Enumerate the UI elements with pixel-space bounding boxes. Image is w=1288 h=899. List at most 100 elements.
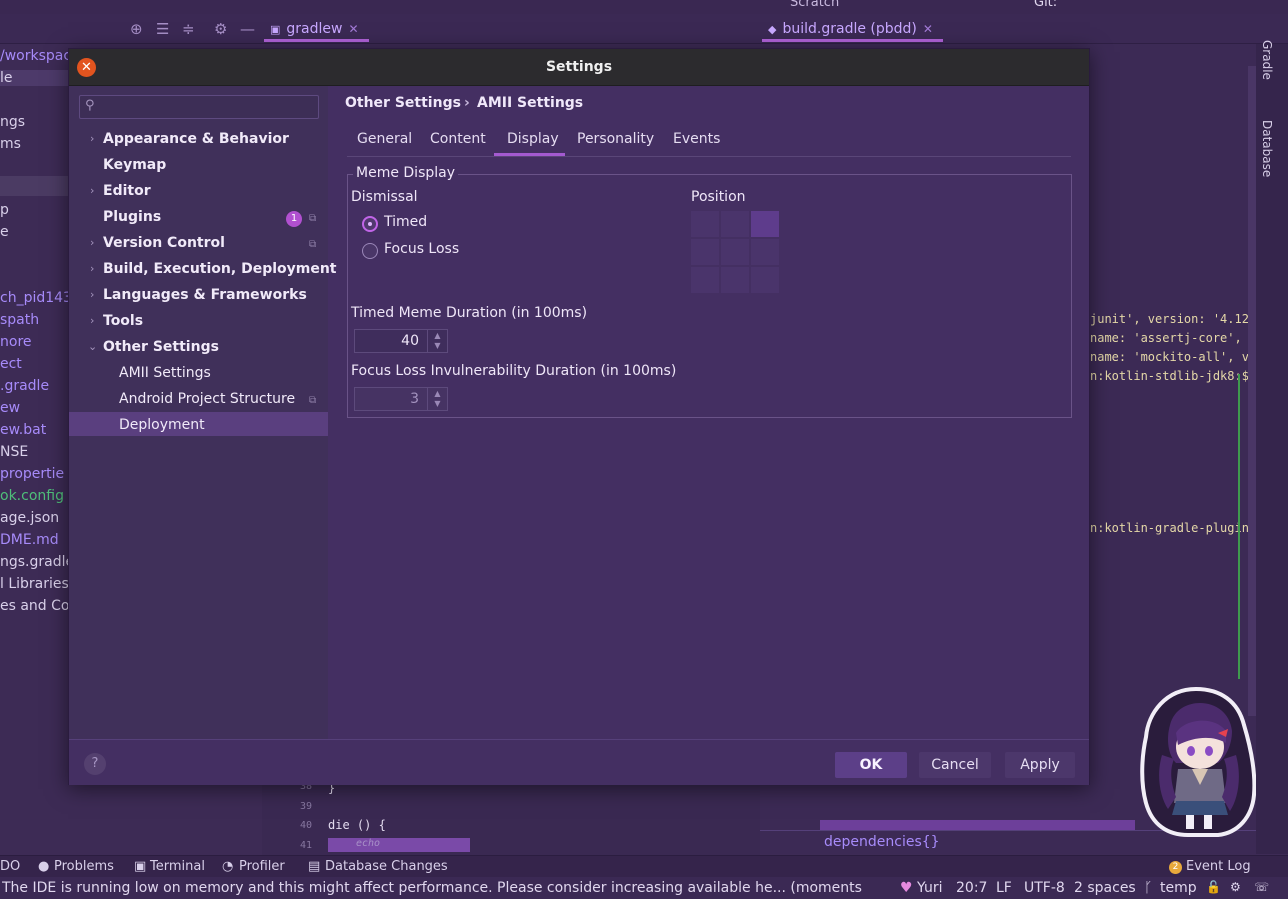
line-separator[interactable]: LF xyxy=(996,880,1012,896)
tree-item[interactable]: /workspac xyxy=(0,48,68,64)
timed-duration-value[interactable]: 40 xyxy=(401,333,419,349)
breadcrumb-footer[interactable]: dependencies{} xyxy=(824,834,940,850)
nav-android-project-structure[interactable]: Android Project Structure xyxy=(119,391,295,407)
spinner-arrows-icon[interactable]: ▲ ▼ xyxy=(427,388,447,410)
chevron-right-icon[interactable]: › xyxy=(90,262,94,275)
close-tab-icon[interactable]: ✕ xyxy=(348,22,358,36)
tree-item[interactable]: propertie xyxy=(0,466,64,482)
chevron-right-icon[interactable]: › xyxy=(90,288,94,301)
position-cell-middle-left[interactable] xyxy=(691,239,719,265)
tree-item[interactable]: ch_pid143 xyxy=(0,290,68,306)
radio-focus-loss[interactable] xyxy=(362,243,378,259)
nav-keymap[interactable]: Keymap xyxy=(103,157,166,173)
tab-display[interactable]: Display xyxy=(507,131,559,147)
terminal-tool[interactable]: Terminal xyxy=(150,859,205,874)
tree-item[interactable]: ok.config xyxy=(0,488,64,504)
tree-item[interactable]: ew xyxy=(0,400,20,416)
spinner-arrows-icon[interactable]: ▲ ▼ xyxy=(427,330,447,352)
tree-item[interactable]: nore xyxy=(0,334,32,350)
position-cell-top-right[interactable] xyxy=(751,211,779,237)
collapse-all-icon[interactable]: ≑ xyxy=(182,20,195,38)
position-cell-middle-right[interactable] xyxy=(751,239,779,265)
caret-position[interactable]: 20:7 xyxy=(956,880,987,896)
position-cell-bottom-right[interactable] xyxy=(751,267,779,293)
tree-item[interactable]: le xyxy=(0,70,68,86)
tree-item[interactable]: e xyxy=(0,224,9,240)
scrollbar[interactable] xyxy=(1248,66,1256,716)
close-icon[interactable]: ✕ xyxy=(77,58,96,77)
position-cell-top-center[interactable] xyxy=(721,211,749,237)
chevron-down-icon[interactable]: ⌄ xyxy=(88,340,97,353)
problems-tool[interactable]: Problems xyxy=(54,859,114,874)
nav-appearance[interactable]: Appearance & Behavior xyxy=(103,131,289,147)
position-cell-center[interactable] xyxy=(721,239,749,265)
notifications-icon[interactable]: ☏ xyxy=(1254,880,1269,894)
chevron-right-icon[interactable]: › xyxy=(90,236,94,249)
gradle-tool-tab[interactable]: Gradle xyxy=(1260,40,1274,80)
tree-item[interactable]: ect xyxy=(0,356,22,372)
todo-tool[interactable]: DO xyxy=(0,859,20,874)
dialog-titlebar[interactable]: Settings ✕ xyxy=(69,49,1089,86)
tree-item[interactable]: age.json xyxy=(0,510,59,526)
tab-gradlew[interactable]: ▣ gradlew ✕ xyxy=(264,16,369,42)
editor-left[interactable]: 38 } 39 40 die () { 41 echo xyxy=(262,781,760,855)
close-tab-icon[interactable]: ✕ xyxy=(923,22,933,36)
tree-selected-row[interactable] xyxy=(0,176,68,196)
timed-duration-spinner[interactable]: 40 ▲ ▼ xyxy=(354,329,448,353)
tree-item[interactable]: .gradle xyxy=(0,378,49,394)
ok-button[interactable]: OK xyxy=(835,752,907,778)
position-cell-bottom-left[interactable] xyxy=(691,267,719,293)
chevron-right-icon[interactable]: › xyxy=(90,184,94,197)
settings-search-input[interactable]: ⚲ xyxy=(79,95,319,119)
tree-item[interactable]: ms xyxy=(0,136,21,152)
scratch-label[interactable]: Scratch xyxy=(790,0,839,10)
apply-button[interactable]: Apply xyxy=(1005,752,1075,778)
theme-indicator[interactable]: Yuri xyxy=(917,880,942,896)
tree-item[interactable]: es and Cor xyxy=(0,598,68,614)
focus-loss-duration-spinner[interactable]: 3 ▲ ▼ xyxy=(354,387,448,411)
settings-icon[interactable]: ⚙ xyxy=(1230,880,1241,894)
git-branch[interactable]: temp xyxy=(1160,880,1197,896)
tree-item[interactable]: l Libraries xyxy=(0,576,68,592)
tree-item[interactable]: NSE xyxy=(0,444,28,460)
nav-deployment[interactable]: Deployment xyxy=(119,417,205,433)
minimize-icon[interactable]: — xyxy=(240,20,255,38)
nav-tools[interactable]: Tools xyxy=(103,313,143,329)
nav-plugins[interactable]: Plugins xyxy=(103,209,161,225)
file-encoding[interactable]: UTF-8 xyxy=(1024,880,1065,896)
status-message[interactable]: The IDE is running low on memory and thi… xyxy=(2,880,862,896)
radio-timed-label[interactable]: Timed xyxy=(384,214,427,230)
nav-build-execution[interactable]: Build, Execution, Deployment xyxy=(103,261,337,277)
tab-build-gradle[interactable]: ◆ build.gradle (pbdd) ✕ xyxy=(762,16,943,42)
lock-icon[interactable]: 🔓 xyxy=(1206,880,1221,894)
chevron-right-icon[interactable]: › xyxy=(90,132,94,145)
tab-personality[interactable]: Personality xyxy=(577,131,654,147)
nav-version-control[interactable]: Version Control xyxy=(103,235,225,251)
tree-item[interactable]: ew.bat xyxy=(0,422,46,438)
tree-item[interactable]: p xyxy=(0,202,9,218)
focus-loss-duration-value[interactable]: 3 xyxy=(410,391,419,407)
expand-all-icon[interactable]: ☰ xyxy=(156,20,169,38)
tree-item[interactable]: ngs.gradle xyxy=(0,554,68,570)
nav-languages[interactable]: Languages & Frameworks xyxy=(103,287,307,303)
position-cell-bottom-center[interactable] xyxy=(721,267,749,293)
nav-amii-settings[interactable]: AMII Settings xyxy=(119,365,211,381)
tree-item[interactable]: ngs xyxy=(0,114,25,130)
chevron-right-icon[interactable]: › xyxy=(90,314,94,327)
radio-timed[interactable] xyxy=(362,216,378,232)
position-cell-top-left[interactable] xyxy=(691,211,719,237)
database-changes-tool[interactable]: Database Changes xyxy=(325,859,448,874)
nav-other-settings[interactable]: Other Settings xyxy=(103,339,219,355)
gear-icon[interactable]: ⚙ xyxy=(214,20,227,38)
crosshair-icon[interactable]: ⊕ xyxy=(130,20,143,38)
radio-focus-loss-label[interactable]: Focus Loss xyxy=(384,241,459,257)
cancel-button[interactable]: Cancel xyxy=(919,752,991,778)
profiler-tool[interactable]: Profiler xyxy=(239,859,285,874)
tab-events[interactable]: Events xyxy=(673,131,720,147)
event-log-tool[interactable]: Event Log xyxy=(1186,859,1251,874)
nav-editor[interactable]: Editor xyxy=(103,183,151,199)
tree-item[interactable]: spath xyxy=(0,312,39,328)
tab-general[interactable]: General xyxy=(357,131,412,147)
indent-setting[interactable]: 2 spaces xyxy=(1074,880,1136,896)
database-tool-tab[interactable]: Database xyxy=(1260,120,1274,177)
